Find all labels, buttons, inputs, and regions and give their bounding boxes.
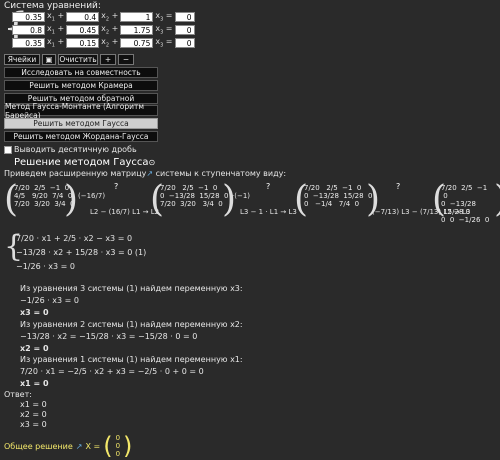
var-label: x1 +	[47, 37, 65, 49]
rhs-input[interactable]: 0	[174, 38, 195, 48]
solution-intro: Приведем расширенную матрицу↗ системы к …	[4, 169, 287, 178]
rhs-input[interactable]: 0	[174, 12, 195, 22]
coef-input[interactable]: 0.15	[66, 38, 100, 48]
general-solution-label: Общее решение	[4, 441, 73, 451]
step2-text: Из уравнения 2 системы (1) найдем переме…	[20, 320, 243, 329]
coef-input[interactable]: 0.35	[12, 12, 45, 22]
system1-eq2: −13/28 · x2 + 15/28 · x3 = 0 (1)	[16, 248, 147, 257]
coef-input[interactable]: 0.35	[12, 38, 45, 48]
grid-icon[interactable]: ▣	[42, 54, 56, 65]
step1-result: x1 = 0	[20, 379, 49, 388]
coef-input[interactable]: 0.4	[66, 12, 100, 22]
info-icon[interactable]: ⊙	[149, 158, 156, 167]
coef-input[interactable]: 0.8	[12, 25, 45, 35]
system1-eq3: −1/26 · x3 = 0	[16, 262, 75, 271]
equation-row-1: 0.35 x1 + 0.4 x2 + 1 x3 = 0	[12, 11, 195, 23]
general-solution-x: X =	[85, 441, 101, 451]
add-row-button[interactable]: +	[100, 54, 116, 65]
decimal-checkbox-row[interactable]: Выводить десятичную дробь	[4, 145, 137, 154]
var-label: x3 =	[155, 11, 173, 23]
decimal-checkbox-label: Выводить десятичную дробь	[14, 145, 137, 154]
coef-input[interactable]: 1	[120, 12, 154, 22]
equation-row-3: 0.35 x1 + 0.15 x2 + 0.75 x3 = 0	[12, 37, 195, 49]
system1-eq1: 7/20 · x1 + 2/5 · x2 − x3 = 0	[16, 234, 133, 243]
var-label: x3 =	[155, 37, 173, 49]
remove-row-button[interactable]: −	[118, 54, 134, 65]
step1-text: Из уравнения 1 системы (1) найдем переме…	[20, 355, 243, 364]
step3-eq: −1/26 · x3 = 0	[20, 296, 79, 305]
answer-x1: x1 = 0	[20, 400, 47, 409]
step3-result: x3 = 0	[20, 308, 49, 317]
solution-title: Решение методом Гаусса⊙	[14, 157, 156, 168]
jordan-gauss-button[interactable]: Решить методом Жордана-Гаусса	[4, 131, 158, 142]
var-label: x2 +	[101, 11, 119, 23]
clear-button[interactable]: Очистить	[58, 54, 98, 65]
answer-x3: x3 = 0	[20, 420, 47, 429]
check-consistency-button[interactable]: Исследовать на совместность	[4, 67, 158, 78]
answer-x2: x2 = 0	[20, 410, 47, 419]
coef-input[interactable]: 0.45	[66, 25, 100, 35]
var-label: x2 +	[101, 37, 119, 49]
step1-eq: 7/20 · x1 = −2/5 · x2 + x3 = −2/5 · 0 + …	[20, 367, 204, 376]
coef-input[interactable]: 0.75	[120, 38, 154, 48]
cells-button[interactable]: Ячейки	[4, 54, 40, 65]
var-label: x1 +	[47, 24, 65, 36]
cramer-button[interactable]: Решить методом Крамера	[4, 80, 158, 91]
coef-input[interactable]: 1.75	[120, 25, 154, 35]
link-icon[interactable]: ↗	[76, 442, 83, 451]
step3-text: Из уравнения 3 системы (1) найдем переме…	[20, 284, 243, 293]
gauss-button[interactable]: Решить методом Гаусса	[4, 118, 158, 129]
matrix-transform-row: ( 7/20 2/5 −1 0 4/5 9/20 7/4 0 7/20 3/20…	[4, 179, 500, 225]
answer-label: Ответ:	[4, 390, 32, 399]
general-solution: Общее решение ↗ X = ( 0 0 0 )	[4, 432, 133, 460]
var-label: x3 =	[155, 24, 173, 36]
var-label: x1 +	[47, 11, 65, 23]
bareiss-button[interactable]: Метод Гаусса-Монтанте (Алгоритм Барейса)	[4, 102, 158, 120]
equation-row-2: 0.8 x1 + 0.45 x2 + 1.75 x3 = 0	[12, 24, 195, 36]
rhs-input[interactable]: 0	[174, 25, 195, 35]
var-label: x2 +	[101, 24, 119, 36]
step2-eq: −13/28 · x2 = −15/28 · x3 = −15/28 · 0 =…	[20, 332, 198, 341]
link-icon[interactable]: ↗	[146, 169, 153, 178]
decimal-checkbox[interactable]	[4, 145, 12, 154]
step2-result: x2 = 0	[20, 344, 49, 353]
